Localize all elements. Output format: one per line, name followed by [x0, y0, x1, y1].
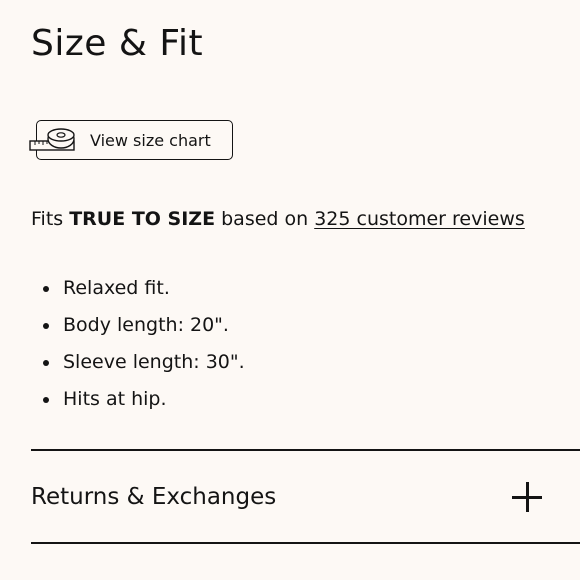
- divider: [31, 542, 580, 544]
- returns-exchanges-accordion[interactable]: Returns & Exchanges: [31, 452, 580, 542]
- accordion-label: Returns & Exchanges: [31, 484, 277, 510]
- bullet-icon: [43, 286, 49, 292]
- bullet-icon: [43, 360, 49, 366]
- list-item: Relaxed fit.: [31, 275, 245, 312]
- detail-text: Sleeve length: 30".: [63, 351, 245, 373]
- list-item: Hits at hip.: [31, 386, 245, 423]
- list-item: Sleeve length: 30".: [31, 349, 245, 386]
- tape-measure-icon: [29, 128, 75, 151]
- section-title: Size & Fit: [31, 23, 204, 64]
- customer-reviews-link[interactable]: 325 customer reviews: [314, 208, 525, 230]
- view-size-chart-label: View size chart: [90, 130, 211, 150]
- bullet-icon: [43, 323, 49, 329]
- list-item: Body length: 20".: [31, 312, 245, 349]
- fit-details-list: Relaxed fit. Body length: 20". Sleeve le…: [31, 275, 245, 423]
- fit-prefix: Fits: [31, 208, 70, 230]
- plus-icon[interactable]: [512, 482, 542, 512]
- detail-text: Hits at hip.: [63, 388, 167, 410]
- divider: [31, 449, 580, 451]
- fit-middle: based on: [215, 208, 315, 230]
- fit-summary: Fits TRUE TO SIZE based on 325 customer …: [31, 206, 525, 232]
- fit-rating: TRUE TO SIZE: [69, 208, 216, 230]
- bullet-icon: [43, 397, 49, 403]
- detail-text: Body length: 20".: [63, 314, 229, 336]
- detail-text: Relaxed fit.: [63, 277, 170, 299]
